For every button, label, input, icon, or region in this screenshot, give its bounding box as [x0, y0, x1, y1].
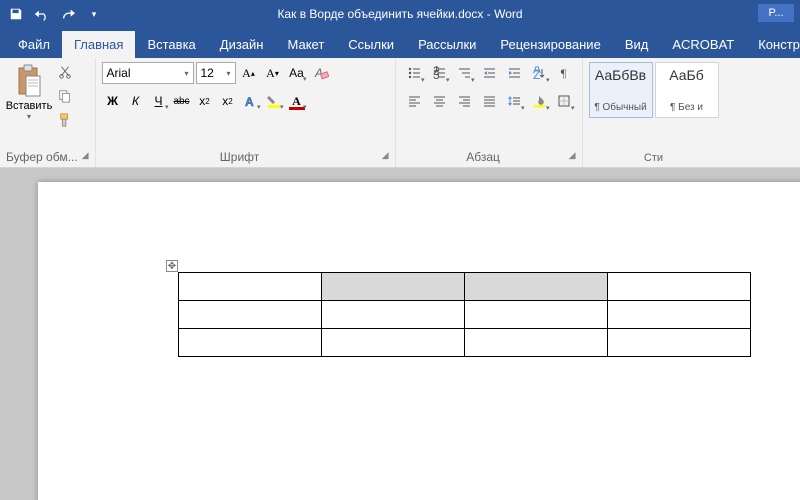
increase-indent-icon[interactable] [502, 62, 526, 84]
tab-вид[interactable]: Вид [613, 31, 661, 58]
table-cell[interactable] [179, 301, 322, 329]
account-badge[interactable]: P... [758, 4, 794, 22]
bullets-icon[interactable] [402, 62, 426, 84]
tab-рецензирование[interactable]: Рецензирование [488, 31, 612, 58]
cut-icon[interactable] [54, 62, 76, 82]
tab-конструкт[interactable]: Конструкт [746, 31, 800, 58]
strike-button[interactable]: abc [171, 90, 193, 112]
clipboard-icon [13, 62, 45, 100]
paste-button[interactable]: Вставить ▾ [6, 62, 52, 130]
multilevel-icon[interactable] [452, 62, 476, 84]
style-name: ¶ Обычный [592, 102, 650, 113]
subscript-button[interactable]: x2 [194, 90, 216, 112]
svg-text:3: 3 [433, 68, 440, 80]
style-preview: АаБб [669, 67, 704, 83]
svg-text:Z: Z [533, 68, 540, 80]
table-cell[interactable] [465, 301, 608, 329]
quick-access-toolbar: ▾ [4, 3, 106, 25]
styles-gallery[interactable]: АаБбВв ¶ Обычный АаБб ¶ Без и [589, 62, 719, 118]
table-cell[interactable] [465, 329, 608, 357]
tab-дизайн[interactable]: Дизайн [208, 31, 276, 58]
align-right-icon[interactable] [452, 90, 476, 112]
clear-format-icon[interactable]: A [310, 62, 332, 84]
group-label-styles: Сти [589, 151, 719, 165]
borders-icon[interactable] [552, 90, 576, 112]
tab-вставка[interactable]: Вставка [135, 31, 207, 58]
redo-icon[interactable] [56, 3, 80, 25]
justify-icon[interactable] [477, 90, 501, 112]
style-item[interactable]: АаБб ¶ Без и [655, 62, 719, 118]
table-cell[interactable] [179, 273, 322, 301]
table-cell[interactable] [322, 301, 465, 329]
font-name-combo[interactable]: Arial▾ [102, 62, 194, 84]
font-size-combo[interactable]: 12▾ [196, 62, 236, 84]
table-cell[interactable] [608, 273, 751, 301]
tab-главная[interactable]: Главная [62, 31, 135, 58]
shrink-font-icon[interactable]: A▾ [262, 62, 284, 84]
chevron-down-icon: ▾ [27, 112, 31, 121]
document-table[interactable] [178, 272, 751, 357]
svg-text:A: A [245, 95, 254, 109]
decrease-indent-icon[interactable] [477, 62, 501, 84]
table-cell[interactable] [465, 273, 608, 301]
table-cell[interactable] [179, 329, 322, 357]
ribbon: Вставить ▾ Буфер обм...◢ Arial▾ 12▾ A▴ A… [0, 58, 800, 168]
table-cell[interactable] [608, 301, 751, 329]
bold-button[interactable]: Ж [102, 90, 124, 112]
page: ✥ [38, 182, 800, 500]
tab-рассылки[interactable]: Рассылки [406, 31, 488, 58]
dialog-launcher-icon[interactable]: ◢ [569, 150, 576, 161]
style-item[interactable]: АаБбВв ¶ Обычный [589, 62, 653, 118]
highlight-icon[interactable] [263, 90, 285, 112]
table-move-handle-icon[interactable]: ✥ [166, 260, 178, 272]
paste-label: Вставить [6, 100, 53, 112]
tab-файл[interactable]: Файл [6, 31, 62, 58]
qat-customize-icon[interactable]: ▾ [82, 3, 106, 25]
group-label-clipboard: Буфер обм...◢ [6, 149, 89, 165]
document-area[interactable]: ✥ [0, 168, 800, 500]
font-color-icon[interactable]: A [286, 90, 308, 112]
copy-icon[interactable] [54, 86, 76, 106]
sort-icon[interactable]: AZ [527, 62, 551, 84]
group-label-font: Шрифт◢ [102, 149, 389, 165]
ribbon-tabs: ФайлГлавнаяВставкаДизайнМакетСсылкиРассы… [0, 28, 800, 58]
group-font: Arial▾ 12▾ A▴ A▾ Aa A Ж К Ч abc x2 x2 A … [96, 58, 396, 167]
group-label-paragraph: Абзац◢ [402, 149, 576, 165]
change-case-icon[interactable]: Aa [286, 62, 308, 84]
table-cell[interactable] [322, 273, 465, 301]
group-clipboard: Вставить ▾ Буфер обм...◢ [0, 58, 96, 167]
group-styles: АаБбВв ¶ Обычный АаБб ¶ Без и Сти [583, 58, 725, 167]
tab-ссылки[interactable]: Ссылки [336, 31, 406, 58]
shading-icon[interactable] [527, 90, 551, 112]
style-preview: АаБбВв [595, 67, 646, 83]
show-marks-icon[interactable]: ¶ [552, 62, 576, 84]
grow-font-icon[interactable]: A▴ [238, 62, 260, 84]
superscript-button[interactable]: x2 [217, 90, 239, 112]
dialog-launcher-icon[interactable]: ◢ [82, 150, 89, 161]
align-center-icon[interactable] [427, 90, 451, 112]
align-left-icon[interactable] [402, 90, 426, 112]
numbering-icon[interactable]: 123 [427, 62, 451, 84]
window-title: Как в Ворде объединить ячейки.docx - Wor… [277, 7, 522, 21]
tab-макет[interactable]: Макет [275, 31, 336, 58]
tab-acrobat[interactable]: ACROBAT [660, 31, 746, 58]
table-cell[interactable] [322, 329, 465, 357]
table-cell[interactable] [608, 329, 751, 357]
format-painter-icon[interactable] [54, 110, 76, 130]
title-bar: ▾ Как в Ворде объединить ячейки.docx - W… [0, 0, 800, 28]
italic-button[interactable]: К [125, 90, 147, 112]
undo-icon[interactable] [30, 3, 54, 25]
dialog-launcher-icon[interactable]: ◢ [382, 150, 389, 161]
line-spacing-icon[interactable] [502, 90, 526, 112]
style-name: ¶ Без и [658, 102, 716, 113]
group-paragraph: 123 AZ ¶ Абзац◢ [396, 58, 583, 167]
text-effects-icon[interactable]: A [240, 90, 262, 112]
save-icon[interactable] [4, 3, 28, 25]
underline-button[interactable]: Ч [148, 90, 170, 112]
